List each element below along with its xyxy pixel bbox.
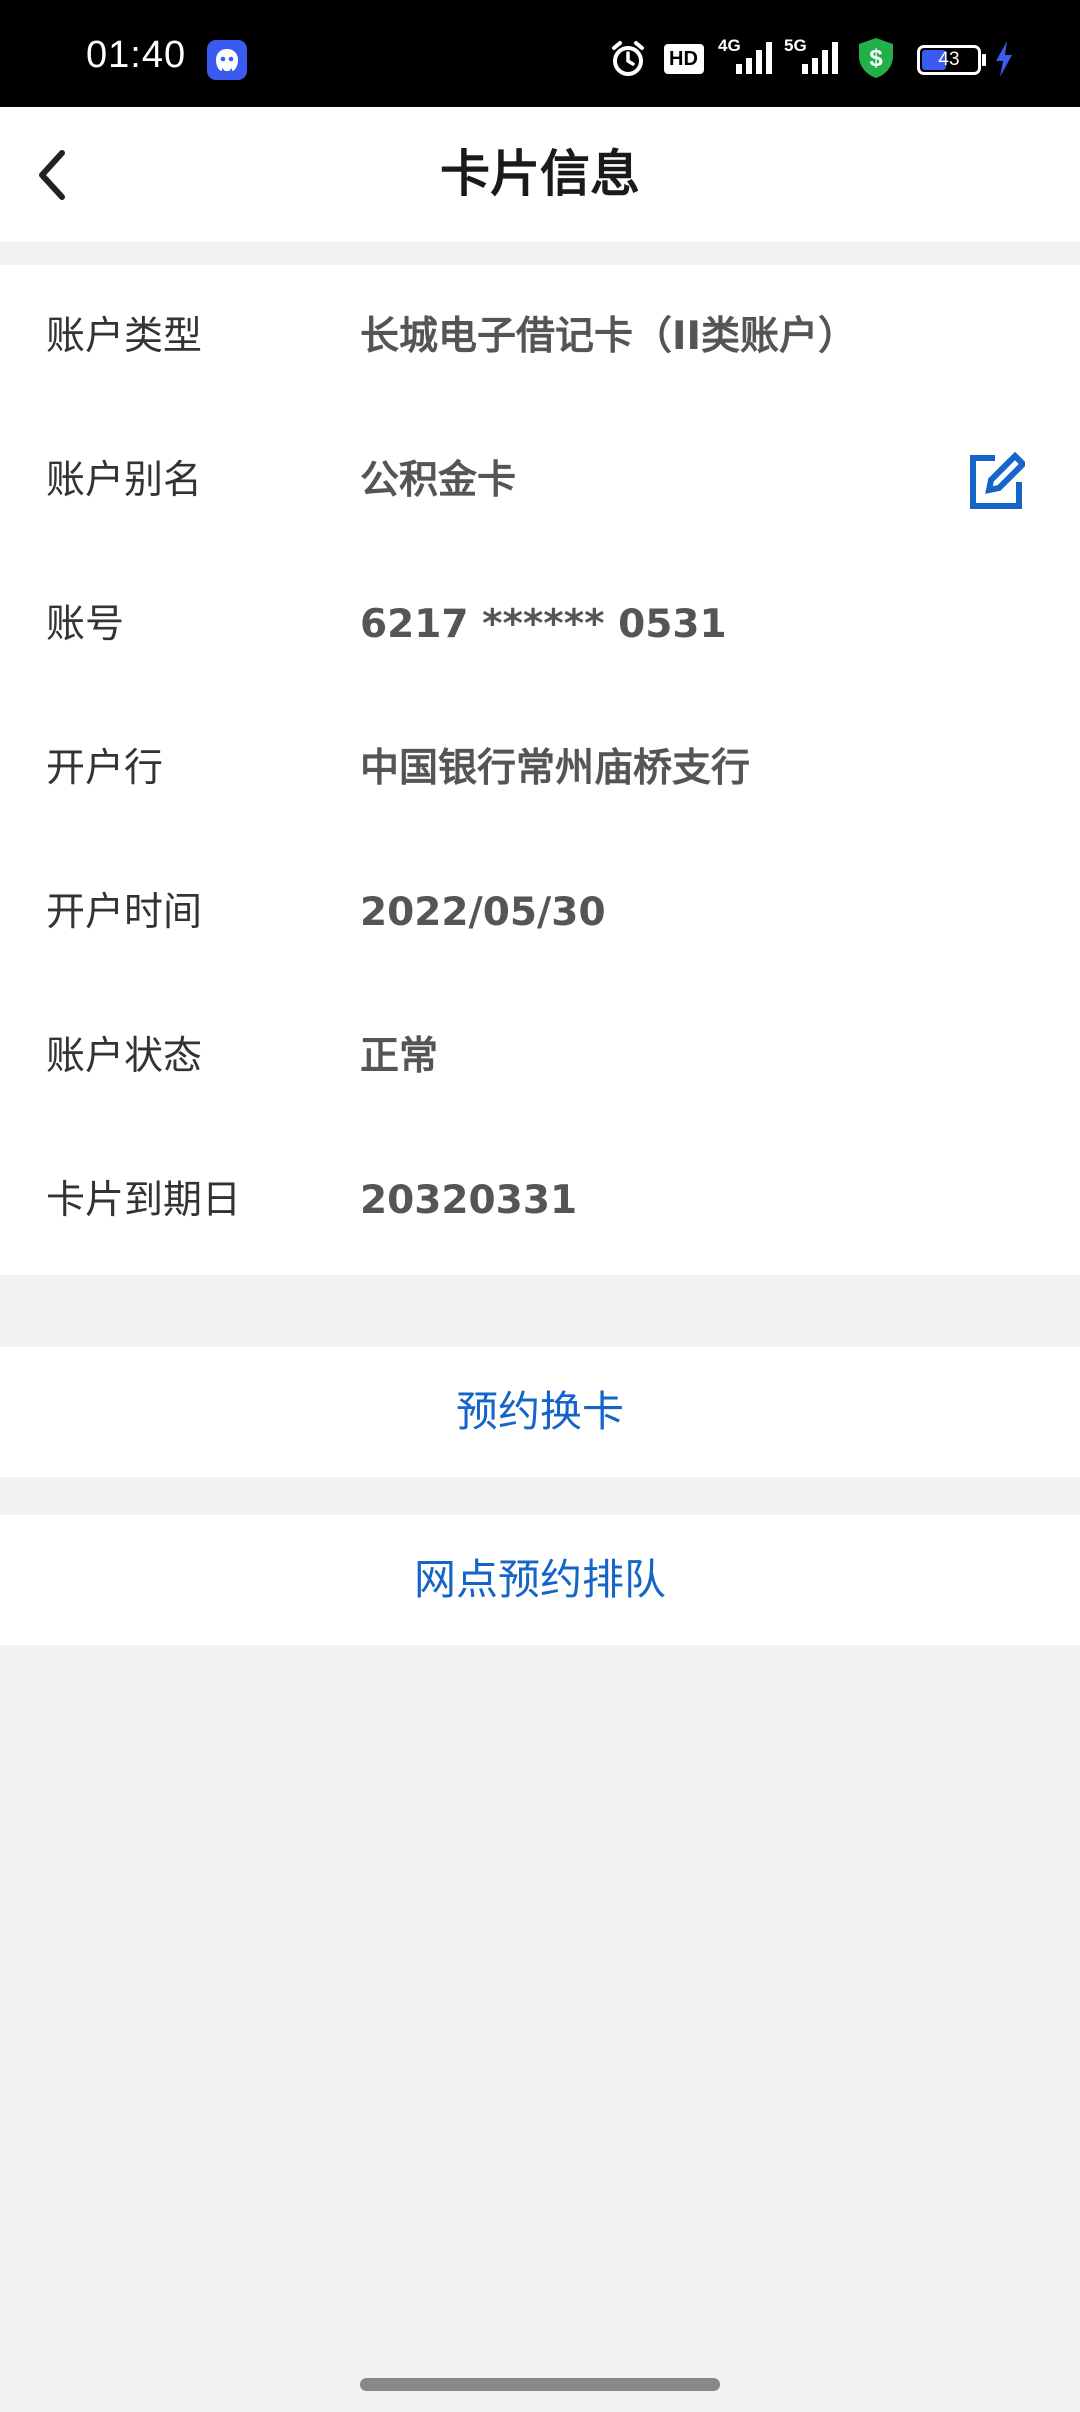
opening-date-value: 2022/05/30: [360, 890, 606, 935]
info-row-account-number: 账号 6217 ****** 0531: [0, 553, 1080, 697]
page-title: 卡片信息: [440, 145, 640, 203]
card-info-list: 账户类型 长城电子借记卡（II类账户） 账户别名 公积金卡 账号 6217 **…: [0, 265, 1080, 1275]
info-row-account-status: 账户状态 正常: [0, 985, 1080, 1129]
security-shield-icon: $: [859, 38, 893, 78]
back-button[interactable]: [30, 143, 90, 207]
battery-tip: [982, 54, 986, 66]
expiry-date-label: 卡片到期日: [46, 1178, 242, 1223]
app-notification-icon: [207, 40, 247, 80]
expiry-date-value: 20320331: [360, 1178, 578, 1223]
edit-alias-button[interactable]: [965, 451, 1028, 512]
account-number-value: 6217 ****** 0531: [360, 602, 727, 647]
network-4g-label: 4G: [718, 36, 741, 55]
opening-date-label: 开户时间: [46, 890, 203, 935]
charging-bolt-icon: [996, 41, 1012, 77]
card-info-page: 01:40 HD 4G 5G $ 43 卡片信息 账户类型 长城电子借记卡（II…: [0, 0, 1080, 2412]
status-time: 01:40: [86, 34, 187, 76]
info-row-opening-bank: 开户行 中国银行常州庙桥支行: [0, 697, 1080, 841]
network-5g-label: 5G: [784, 36, 807, 55]
signal-5g-icon: 5G: [784, 36, 844, 76]
branch-queue-reservation-button[interactable]: 网点预约排队: [0, 1515, 1080, 1645]
status-bar: 01:40 HD 4G 5G $ 43: [0, 0, 1080, 107]
hd-label: HD: [669, 48, 698, 70]
account-alias-label: 账户别名: [46, 458, 203, 503]
opening-bank-label: 开户行: [46, 746, 164, 791]
battery-icon: 43: [917, 45, 981, 75]
info-row-expiry-date: 卡片到期日 20320331: [0, 1129, 1080, 1273]
account-status-label: 账户状态: [46, 1034, 203, 1079]
account-alias-value: 公积金卡: [360, 458, 517, 503]
account-type-value: 长城电子借记卡（II类账户）: [360, 314, 858, 359]
top-navigation-bar: 卡片信息: [0, 107, 1080, 242]
edit-icon: [970, 451, 1028, 509]
home-indicator[interactable]: [360, 2378, 720, 2391]
account-number-label: 账号: [46, 602, 125, 647]
info-row-account-type: 账户类型 长城电子借记卡（II类账户）: [0, 265, 1080, 409]
battery-level: 43: [938, 49, 960, 70]
status-icons: HD 4G 5G $ 43: [580, 0, 1080, 107]
account-status-value: 正常: [360, 1034, 439, 1079]
opening-bank-value: 中国银行常州庙桥支行: [360, 746, 751, 791]
chevron-left-icon: [39, 150, 65, 200]
reserve-card-replacement-button[interactable]: 预约换卡: [0, 1347, 1080, 1477]
svg-text:$: $: [869, 45, 883, 72]
alarm-icon: [612, 41, 644, 76]
account-type-label: 账户类型: [46, 314, 203, 359]
info-row-account-alias: 账户别名 公积金卡: [0, 409, 1080, 553]
info-row-opening-date: 开户时间 2022/05/30: [0, 841, 1080, 985]
hd-voice-icon: HD: [664, 44, 704, 74]
signal-4g-icon: 4G: [718, 36, 778, 76]
